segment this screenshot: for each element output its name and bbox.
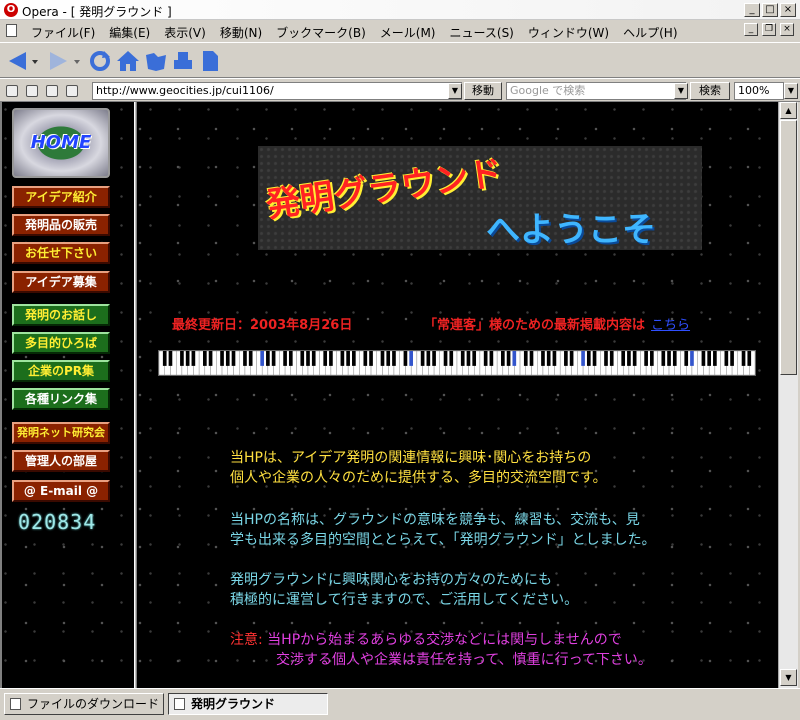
menu-file[interactable]: ファイル(F) xyxy=(24,24,102,41)
menu-bar: ファイル(F) 編集(E) 表示(V) 移動(N) ブックマーク(B) メール(… xyxy=(0,20,800,42)
page-content: HOME アイデア紹介 発明品の販売 お任せ下さい アイデア募集 発明のお話し … xyxy=(0,102,778,688)
nav-idea-recruit[interactable]: アイデア募集 xyxy=(12,271,110,293)
usage-line-2: 積極的に運営して行きますので、ご活用してください。 xyxy=(230,592,579,608)
back-icon[interactable] xyxy=(6,49,28,73)
left-navigation-frame: HOME アイデア紹介 発明品の販売 お任せ下さい アイデア募集 発明のお話し … xyxy=(4,102,134,688)
piano-keyboard-divider xyxy=(158,350,756,376)
menu-news[interactable]: ニュース(S) xyxy=(442,24,520,41)
name-line-1: 当HPの名称は、グラウンドの意味を競争も、練習も、交流も、見 xyxy=(230,512,640,528)
nav-multipurpose-plaza[interactable]: 多目的ひろば xyxy=(12,332,110,354)
nav-company-pr[interactable]: 企業のPR集 xyxy=(12,360,110,382)
menu-edit[interactable]: 編集(E) xyxy=(102,24,157,41)
intro-line-2: 個人や企業の人々のために提供する、多目的交流空間です。 xyxy=(230,470,607,486)
frame-divider[interactable] xyxy=(134,102,137,688)
address-bar: http://www.geocities.jp/cui1106/ ▼ 移動 Go… xyxy=(0,78,800,102)
mdi-restore-button[interactable]: ❐ xyxy=(762,23,776,36)
page-tab-bar: ファイルのダウンロード 発明グラウンド xyxy=(0,688,800,720)
menu-bookmarks[interactable]: ブックマーク(B) xyxy=(269,24,373,41)
nav-link-collection[interactable]: 各種リンク集 xyxy=(12,388,110,410)
mdi-minimize-button[interactable]: _ xyxy=(744,23,758,36)
search-dropdown-icon[interactable]: ▼ xyxy=(674,83,688,99)
reload-icon[interactable] xyxy=(88,49,112,73)
toolbar xyxy=(0,42,800,78)
zoom-dropdown-icon[interactable]: ▼ xyxy=(784,83,798,99)
download-tab-icon xyxy=(10,698,21,710)
go-button[interactable]: 移動 xyxy=(464,82,502,100)
name-line-2: 学も出来る多目的空間ととらえて、「発明グラウンド」としました。 xyxy=(230,532,656,548)
search-input[interactable]: Google で検索 xyxy=(506,82,686,100)
notice-line-1: 当HPから始まるあらゆる交渉などには関与しませんので xyxy=(267,632,622,648)
page-tab-icon xyxy=(174,698,185,710)
nav-leave-it-to-us[interactable]: お任せ下さい xyxy=(12,242,110,264)
forward-dropdown-icon[interactable] xyxy=(72,49,82,73)
page-icon[interactable] xyxy=(200,49,220,73)
intro-line-1: 当HPは、アイデア発明の関連情報に興味･関心をお持ちの xyxy=(230,450,592,466)
home-logo-label: HOME xyxy=(30,132,92,153)
regular-visitor-link[interactable]: こちら xyxy=(651,318,690,333)
vertical-scrollbar[interactable]: ▲ ▼ xyxy=(778,102,798,688)
menu-window[interactable]: ウィンドウ(W) xyxy=(521,24,616,41)
scroll-up-icon[interactable]: ▲ xyxy=(780,102,797,119)
address-dropdown-icon[interactable]: ▼ xyxy=(448,83,462,99)
regular-visitor-text: 「常連客」様のための最新掲載内容は こちら xyxy=(424,314,690,333)
menu-help[interactable]: ヘルプ(H) xyxy=(616,24,684,41)
name-paragraph: 当HPの名称は、グラウンドの意味を競争も、練習も、交流も、見 学も出来る多目的空… xyxy=(230,510,656,550)
forward-icon[interactable] xyxy=(48,49,70,73)
home-logo-button[interactable]: HOME xyxy=(12,108,110,178)
print-icon[interactable] xyxy=(172,49,194,73)
banner-title: 発明グラウンド xyxy=(263,153,505,226)
window-title: Opera - [ 発明グラウンド ] xyxy=(22,5,172,19)
mdi-close-button[interactable]: × xyxy=(780,23,794,36)
notice-line-2: 交渉する個人や企業は責任を持って、慎重に行って下さい。 xyxy=(276,652,652,668)
address-input[interactable]: http://www.geocities.jp/cui1106/ xyxy=(92,82,462,100)
scroll-thumb[interactable] xyxy=(780,120,797,375)
security-icon[interactable] xyxy=(6,85,18,97)
menu-mail[interactable]: メール(M) xyxy=(373,24,443,41)
nav-idea-intro[interactable]: アイデア紹介 xyxy=(12,186,110,208)
visitor-counter: 020834 xyxy=(18,510,97,534)
menu-view[interactable]: 表示(V) xyxy=(157,24,213,41)
nav-invention-stories[interactable]: 発明のお話し xyxy=(12,304,110,326)
nav-invention-sales[interactable]: 発明品の販売 xyxy=(12,214,110,236)
usage-line-1: 発明グラウンドに興味関心をお持の方々のためにも xyxy=(230,572,552,588)
welcome-banner: 発明グラウンド へようこそ xyxy=(258,146,702,250)
back-dropdown-icon[interactable] xyxy=(30,49,40,73)
tab-current-page-label: 発明グラウンド xyxy=(191,697,276,711)
usage-paragraph: 発明グラウンドに興味関心をお持の方々のためにも 積極的に運営して行きますので、ご… xyxy=(230,570,578,610)
regular-visitor-label: 「常連客」様のための最新掲載内容は xyxy=(424,318,646,333)
hotlist-icon[interactable] xyxy=(144,49,168,73)
tab-current-page[interactable]: 発明グラウンド xyxy=(168,693,328,715)
title-bar: O Opera - [ 発明グラウンド ] _ □ × xyxy=(0,0,800,20)
tab-file-download-label: ファイルのダウンロード xyxy=(27,697,160,711)
blank-page-icon[interactable] xyxy=(46,85,58,97)
notice-paragraph: 注意: 当HPから始まるあらゆる交渉などには関与しませんので 交渉する個人や企業… xyxy=(230,630,652,670)
scroll-down-icon[interactable]: ▼ xyxy=(780,669,797,686)
camera-icon[interactable] xyxy=(26,85,38,97)
intro-paragraph: 当HPは、アイデア発明の関連情報に興味･関心をお持ちの 個人や企業の人々のために… xyxy=(230,448,607,488)
nav-email[interactable]: @ E-mail @ xyxy=(12,480,110,502)
menu-navigate[interactable]: 移動(N) xyxy=(213,24,269,41)
main-frame: 発明グラウンド へようこそ 最終更新日：2003年8月26日 「常連客」様のため… xyxy=(138,102,778,688)
banner-welcome: へようこそ xyxy=(486,210,656,250)
minimize-button[interactable]: _ xyxy=(744,3,760,17)
close-button[interactable]: × xyxy=(780,3,796,17)
search-button[interactable]: 検索 xyxy=(690,82,730,100)
last-updated: 最終更新日：2003年8月26日 xyxy=(172,318,353,333)
tab-file-download[interactable]: ファイルのダウンロード xyxy=(4,693,164,715)
zoom-select[interactable]: 100% xyxy=(734,82,784,100)
nav-admin-room[interactable]: 管理人の部屋 xyxy=(12,450,110,472)
notice-label: 注意: xyxy=(230,632,263,648)
opera-icon: O xyxy=(4,3,18,17)
printer-small-icon[interactable] xyxy=(66,85,78,97)
maximize-button[interactable]: □ xyxy=(762,3,778,17)
home-icon[interactable] xyxy=(116,49,140,73)
nav-invention-net-study[interactable]: 発明ネット研究会 xyxy=(12,422,110,444)
document-icon xyxy=(6,24,17,37)
